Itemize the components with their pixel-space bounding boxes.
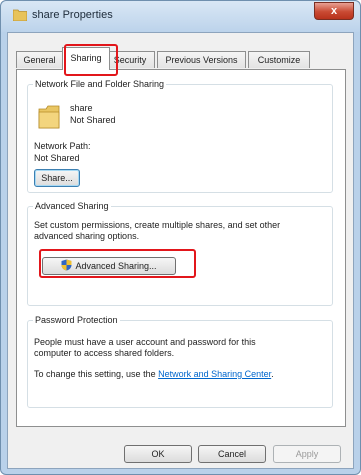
folder-status: Not Shared <box>70 115 116 125</box>
password-protection-group: Password Protection People must have a u… <box>27 315 333 408</box>
cancel-button[interactable]: Cancel <box>198 445 266 463</box>
tab-general[interactable]: General <box>16 51 63 68</box>
close-button[interactable]: x <box>314 2 354 20</box>
sharing-tab-panel: Network File and Folder Sharing share No… <box>16 69 346 427</box>
ok-button[interactable]: OK <box>124 445 192 463</box>
dialog-client: General Sharing Security Previous Versio… <box>7 32 354 469</box>
tab-customize[interactable]: Customize <box>248 51 310 68</box>
share-button[interactable]: Share... <box>34 169 80 187</box>
title-bar[interactable]: share Properties x <box>1 1 360 32</box>
change-setting-text: To change this setting, use the Network … <box>34 369 274 379</box>
properties-window: share Properties x General Sharing Secur… <box>0 0 361 475</box>
sharing-tab-highlight <box>64 44 118 76</box>
apply-button[interactable]: Apply <box>273 445 341 463</box>
group-title: Advanced Sharing <box>33 201 111 211</box>
network-sharing-center-link[interactable]: Network and Sharing Center <box>158 369 271 379</box>
password-info-line1: People must have a user account and pass… <box>34 337 256 347</box>
advanced-sharing-highlight <box>39 249 196 278</box>
tab-previous-versions[interactable]: Previous Versions <box>157 51 246 68</box>
network-path-label: Network Path: <box>34 141 91 151</box>
close-icon: x <box>330 5 338 17</box>
folder-icon <box>38 105 60 129</box>
group-title: Network File and Folder Sharing <box>33 79 167 89</box>
advanced-description-line1: Set custom permissions, create multiple … <box>34 220 281 230</box>
folder-icon <box>13 9 27 21</box>
advanced-description-line2: advanced sharing options. <box>34 231 140 241</box>
network-sharing-group: Network File and Folder Sharing share No… <box>27 79 333 193</box>
network-path-value: Not Shared <box>34 153 80 163</box>
window-title: share Properties <box>32 9 113 21</box>
group-title: Password Protection <box>33 315 120 325</box>
password-info-line2: computer to access shared folders. <box>34 348 175 358</box>
folder-name: share <box>70 103 93 113</box>
